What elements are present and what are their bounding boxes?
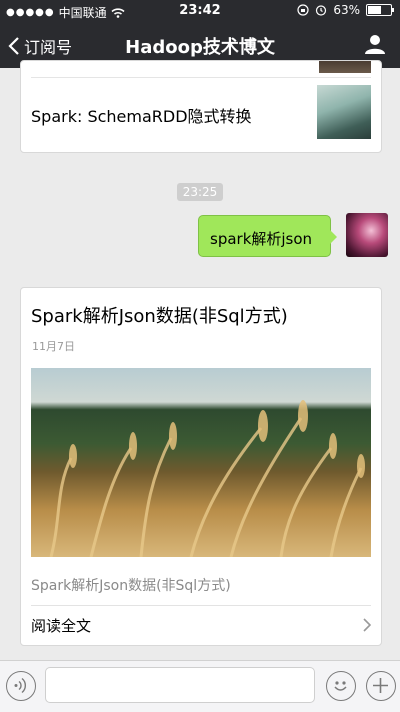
battery-percent: 63% [333, 3, 360, 17]
plus-icon [373, 678, 388, 693]
divider [31, 605, 371, 606]
article-date: 11月7日 [32, 340, 75, 353]
voice-icon [14, 677, 26, 694]
article-card[interactable]: Spark解析Json数据(非Sql方式) 11月7日 Spark解析Json数… [20, 287, 382, 646]
article-summary: Spark解析Json数据(非Sql方式) [31, 578, 231, 594]
previous-article-card[interactable]: Spark: SchemaRDD隐式转换 [20, 60, 382, 153]
voice-button[interactable] [6, 671, 36, 701]
previous-article-title[interactable]: Spark: SchemaRDD隐式转换 [31, 103, 252, 127]
previous-thumbnail-partial [319, 61, 371, 73]
timestamp-label: 23:25 [176, 183, 224, 201]
previous-article-thumbnail [317, 85, 371, 139]
divider [31, 77, 371, 78]
avatar[interactable] [346, 213, 388, 257]
emoji-icon [334, 681, 347, 691]
article-title[interactable]: Spark解析Json数据(非Sql方式) [31, 302, 288, 328]
battery-fill [368, 6, 381, 14]
input-bar [0, 660, 400, 712]
chevron-right-icon [363, 618, 371, 632]
top-bar: ●●●●● 中国联通 23:42 63% 订阅号 Hadoop技术博文 [0, 0, 400, 68]
battery-icon [366, 4, 394, 16]
message-text: spark解析json [210, 230, 313, 248]
outgoing-message-bubble[interactable]: spark解析json [198, 215, 337, 257]
article-cover-image[interactable] [31, 368, 371, 557]
message-input[interactable] [45, 667, 315, 703]
user-icon[interactable] [364, 33, 386, 55]
plus-button[interactable] [366, 671, 396, 701]
page-title: Hadoop技术博文 [125, 37, 275, 58]
emoji-button[interactable] [326, 671, 356, 701]
alarm-icon [316, 5, 327, 16]
rotation-lock-icon [297, 4, 309, 16]
read-full-article-link[interactable]: 阅读全文 [31, 615, 91, 636]
status-right: 63% [297, 3, 394, 17]
message-timestamp: 23:25 [0, 181, 400, 201]
wheat-field-image [49, 400, 365, 557]
status-bar: ●●●●● 中国联通 23:42 63% [0, 0, 400, 22]
